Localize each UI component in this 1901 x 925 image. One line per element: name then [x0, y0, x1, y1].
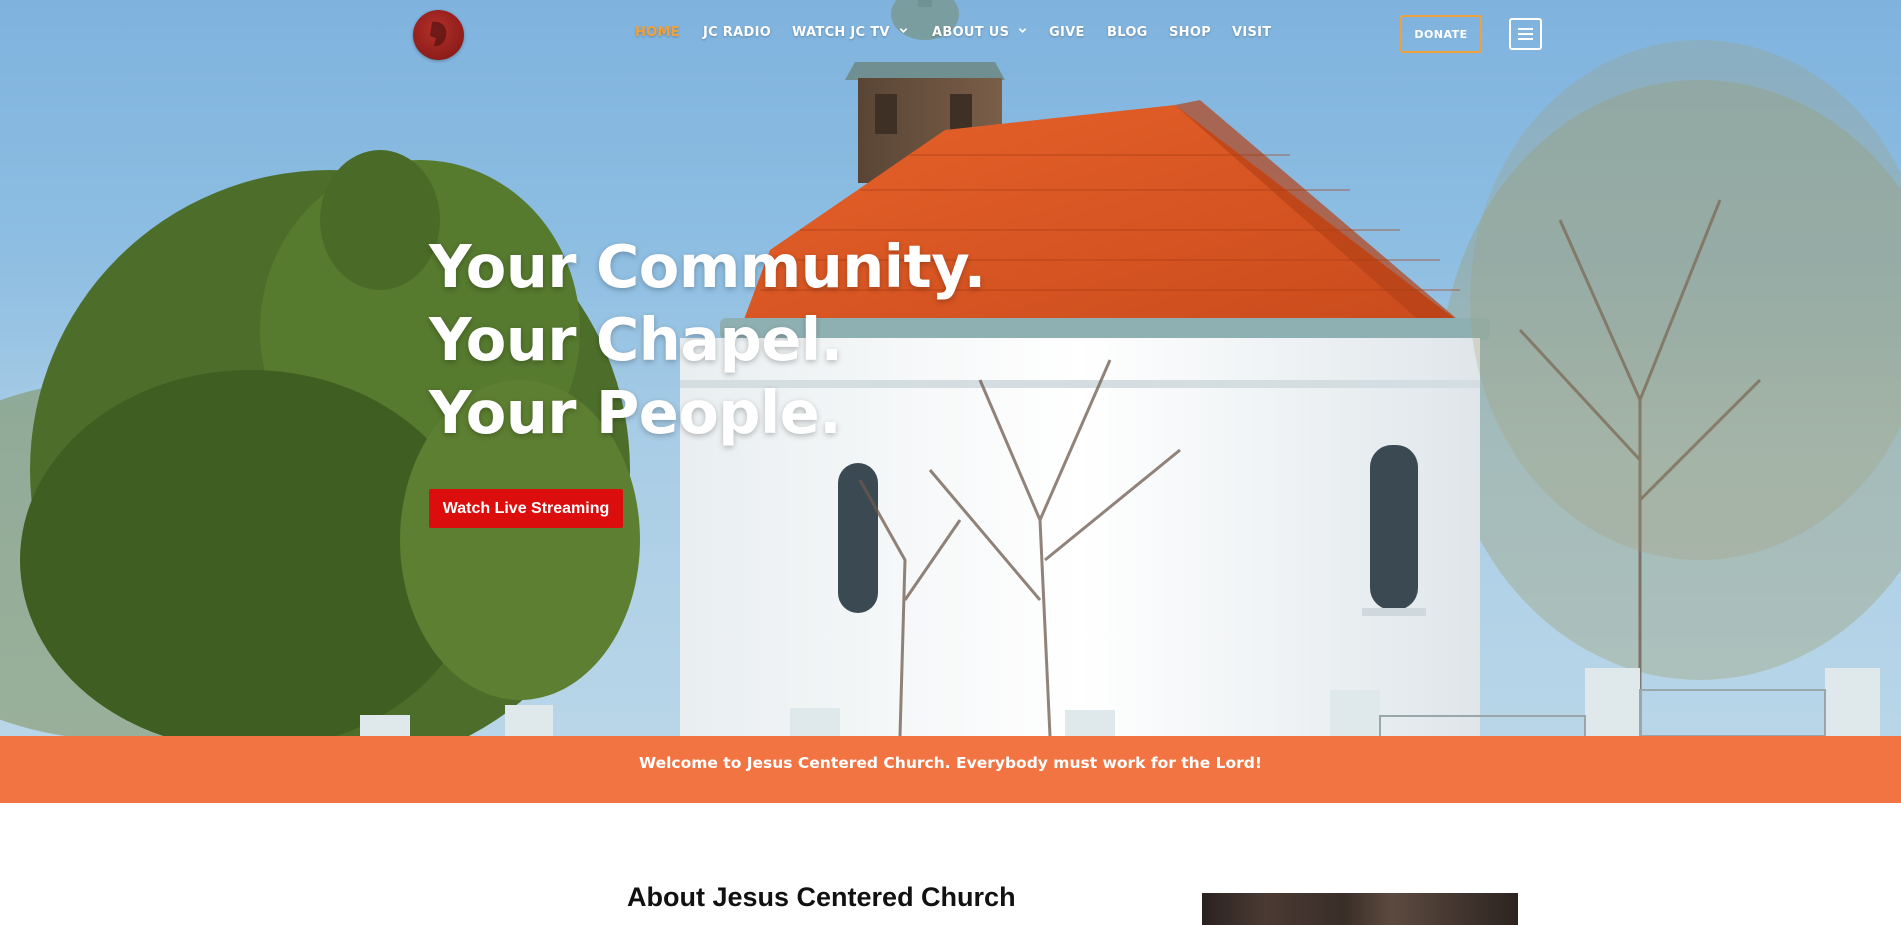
donate-button[interactable]: DONATE [1400, 15, 1482, 53]
hamburger-menu-icon[interactable] [1509, 18, 1542, 50]
top-navigation: HOME JC RADIO WATCH JC TV ABOUT US GIVE … [0, 0, 1901, 70]
logo-figure-icon [430, 21, 447, 47]
headline-line: Your Community. [429, 232, 986, 301]
nav-item-shop[interactable]: SHOP [1169, 25, 1211, 40]
watch-live-streaming-button[interactable]: Watch Live Streaming [429, 489, 623, 528]
nav-item-about-us[interactable]: ABOUT US [932, 25, 1027, 40]
nav-item-watch-jc-tv[interactable]: WATCH JC TV [792, 25, 908, 40]
headline-line: Your Chapel. [429, 305, 843, 374]
church-logo-icon[interactable] [413, 10, 464, 60]
hamburger-line [1518, 28, 1533, 30]
welcome-banner: Welcome to Jesus Centered Church. Everyb… [0, 736, 1901, 803]
banner-text: Welcome to Jesus Centered Church. Everyb… [639, 753, 1262, 772]
nav-item-home[interactable]: HOME [635, 25, 680, 40]
about-section-title: About Jesus Centered Church [627, 882, 1016, 912]
nav-item-visit[interactable]: VISIT [1232, 25, 1271, 40]
headline-line: Your People. [429, 378, 842, 447]
hamburger-line [1518, 33, 1533, 35]
nav-item-give[interactable]: GIVE [1049, 25, 1085, 40]
hero-headline: Your Community. Your Chapel. Your People… [429, 230, 986, 449]
nav-item-label: ABOUT US [932, 25, 1010, 40]
nav-item-label: WATCH JC TV [792, 25, 890, 40]
about-photo [1202, 893, 1518, 925]
nav-item-jc-radio[interactable]: JC RADIO [703, 25, 771, 40]
chevron-down-icon [899, 28, 907, 33]
hamburger-line [1518, 38, 1533, 40]
nav-item-blog[interactable]: BLOG [1107, 25, 1148, 40]
chevron-down-icon [1019, 28, 1027, 33]
